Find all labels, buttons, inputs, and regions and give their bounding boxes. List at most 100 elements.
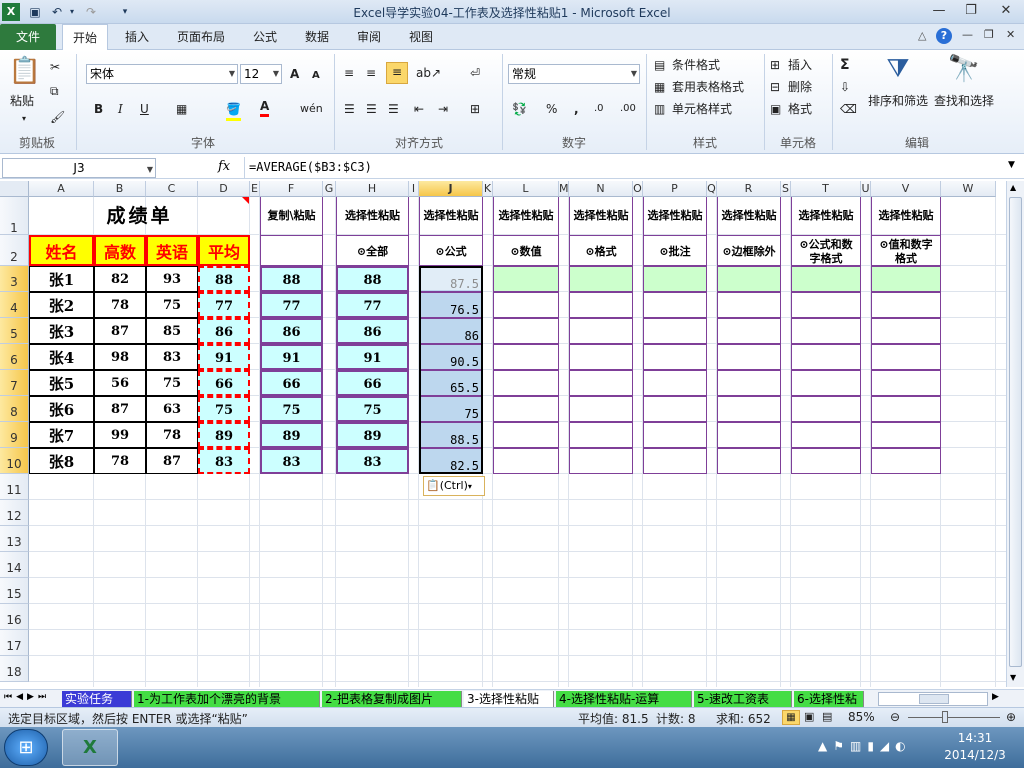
paste-col-option-F[interactable] bbox=[260, 235, 323, 266]
table-cell[interactable]: 张3 bbox=[29, 318, 94, 344]
zoom-slider-track[interactable] bbox=[908, 717, 1000, 718]
zoom-slider-thumb[interactable] bbox=[942, 711, 948, 723]
sheet-title[interactable]: 成绩单 bbox=[29, 197, 250, 235]
sheet-tab[interactable]: 2-把表格复制成图片 bbox=[322, 691, 462, 707]
paste-cell-F[interactable]: 91 bbox=[260, 344, 323, 370]
paste-cell-T[interactable] bbox=[791, 448, 861, 474]
align-top-icon[interactable]: ≡ bbox=[344, 64, 354, 82]
autosum-button[interactable]: Σ bbox=[840, 56, 850, 74]
table-cell[interactable]: 87 bbox=[146, 448, 198, 474]
sheet-nav-icon[interactable]: ⏮◀▶⏭ bbox=[4, 692, 50, 702]
delete-cells-icon[interactable]: ⊟ bbox=[770, 78, 780, 96]
paste-cell-P[interactable] bbox=[643, 370, 707, 396]
align-center-icon[interactable]: ☰ bbox=[366, 100, 377, 118]
align-middle-icon[interactable]: ≡ bbox=[366, 64, 376, 82]
paste-cell-R[interactable] bbox=[717, 344, 781, 370]
tray-icons[interactable]: ▲⚑▥▮◢◐ bbox=[818, 739, 912, 753]
horizontal-scroll-thumb[interactable] bbox=[919, 694, 949, 704]
column-header-Q[interactable]: Q bbox=[707, 181, 717, 197]
insert-cells-button[interactable]: 插入 bbox=[788, 56, 812, 74]
paste-cell-R[interactable] bbox=[717, 448, 781, 474]
borders-icon[interactable]: ▦ bbox=[176, 100, 187, 118]
align-right-icon[interactable]: ☰ bbox=[388, 100, 399, 118]
paste-cell-H[interactable]: 86 bbox=[336, 318, 409, 344]
paste-cell-F[interactable]: 77 bbox=[260, 292, 323, 318]
table-cell[interactable]: 88 bbox=[198, 266, 250, 292]
paste-cell-J[interactable]: 75 bbox=[419, 396, 483, 422]
table-cell[interactable]: 56 bbox=[94, 370, 146, 396]
italic-button[interactable]: I bbox=[118, 100, 123, 118]
paste-col-heading-H[interactable]: 选择性粘贴 bbox=[336, 197, 409, 235]
copy-icon[interactable]: ⧉ bbox=[50, 82, 59, 100]
row-header-3[interactable]: 3 bbox=[0, 266, 29, 292]
table-cell[interactable]: 75 bbox=[198, 396, 250, 422]
paste-cell-H[interactable]: 77 bbox=[336, 292, 409, 318]
paste-col-heading-J[interactable]: 选择性粘贴 bbox=[419, 197, 483, 235]
paste-cell-L[interactable] bbox=[493, 448, 559, 474]
paste-cell-L[interactable] bbox=[493, 292, 559, 318]
paste-cell-V[interactable] bbox=[871, 370, 941, 396]
find-select-icon[interactable]: 🔭 bbox=[946, 54, 982, 84]
table-cell[interactable]: 张6 bbox=[29, 396, 94, 422]
row-header-7[interactable]: 7 bbox=[0, 370, 29, 396]
paste-cell-R[interactable] bbox=[717, 318, 781, 344]
doc-close-icon[interactable]: ✕ bbox=[1006, 28, 1015, 41]
delete-cells-button[interactable]: 删除 bbox=[788, 78, 812, 96]
paste-cell-F[interactable]: 89 bbox=[260, 422, 323, 448]
column-header-W[interactable]: W bbox=[941, 181, 996, 197]
paste-cell-L[interactable] bbox=[493, 370, 559, 396]
row-header-15[interactable]: 15 bbox=[0, 578, 29, 604]
paste-cell-J[interactable]: 76.5 bbox=[419, 292, 483, 318]
paste-cell-F[interactable]: 83 bbox=[260, 448, 323, 474]
paste-cell-T[interactable] bbox=[791, 370, 861, 396]
paste-cell-T[interactable] bbox=[791, 344, 861, 370]
percent-button[interactable]: % bbox=[546, 100, 557, 118]
tab-page-layout[interactable]: 页面布局 bbox=[168, 24, 234, 50]
paste-cell-N[interactable] bbox=[569, 396, 633, 422]
comma-style-button[interactable]: , bbox=[574, 100, 579, 118]
paste-cell-P[interactable] bbox=[643, 396, 707, 422]
tab-home[interactable]: 开始 bbox=[62, 24, 108, 51]
select-all-corner[interactable] bbox=[0, 181, 29, 197]
paste-cell-L[interactable] bbox=[493, 318, 559, 344]
normal-view-icon[interactable]: ▦ bbox=[782, 710, 800, 725]
paste-col-option-P[interactable]: ⊙批注 bbox=[643, 235, 707, 266]
paste-col-option-L[interactable]: ⊙数值 bbox=[493, 235, 559, 266]
column-header-R[interactable]: R bbox=[717, 181, 781, 197]
paste-col-heading-P[interactable]: 选择性粘贴 bbox=[643, 197, 707, 235]
paste-cell-F[interactable]: 88 bbox=[260, 266, 323, 292]
paste-col-heading-R[interactable]: 选择性粘贴 bbox=[717, 197, 781, 235]
table-cell[interactable]: 87 bbox=[94, 318, 146, 344]
paste-cell-F[interactable]: 75 bbox=[260, 396, 323, 422]
table-cell[interactable]: 83 bbox=[146, 344, 198, 370]
paste-cell-R[interactable] bbox=[717, 422, 781, 448]
font-color-button[interactable]: A bbox=[260, 98, 270, 117]
clock-date[interactable]: 2014/12/3 bbox=[930, 748, 1020, 762]
paste-cell-N[interactable] bbox=[569, 422, 633, 448]
paste-cell-V[interactable] bbox=[871, 318, 941, 344]
sheet-tab-active[interactable]: 3-选择性粘贴 bbox=[464, 691, 554, 707]
paste-cell-N[interactable] bbox=[569, 344, 633, 370]
row-header-17[interactable]: 17 bbox=[0, 630, 29, 656]
paste-cell-P[interactable] bbox=[643, 344, 707, 370]
table-cell[interactable]: 63 bbox=[146, 396, 198, 422]
zoom-out-icon[interactable]: ⊖ bbox=[890, 710, 900, 724]
paste-cell-V[interactable] bbox=[871, 344, 941, 370]
conditional-format-button[interactable]: 条件格式 bbox=[672, 56, 720, 74]
table-cell[interactable]: 张8 bbox=[29, 448, 94, 474]
collapse-ribbon-icon[interactable]: △ bbox=[918, 29, 926, 42]
table-cell[interactable]: 85 bbox=[146, 318, 198, 344]
column-header-J[interactable]: J bbox=[419, 181, 483, 197]
paste-icon[interactable]: 📋 bbox=[8, 56, 42, 86]
paste-col-heading-T[interactable]: 选择性粘贴 bbox=[791, 197, 861, 235]
table-header-cell[interactable]: 姓名 bbox=[29, 235, 94, 266]
merge-center-icon[interactable]: ⊞ bbox=[470, 100, 480, 118]
column-header-V[interactable]: V bbox=[871, 181, 941, 197]
column-header-A[interactable]: A bbox=[29, 181, 94, 197]
find-select-button[interactable]: 查找和选择 bbox=[934, 92, 994, 110]
scroll-up-icon[interactable]: ▲ bbox=[1010, 183, 1016, 192]
paste-col-option-J[interactable]: ⊙公式 bbox=[419, 235, 483, 266]
table-header-cell[interactable]: 高数 bbox=[94, 235, 146, 266]
tab-formulas[interactable]: 公式 bbox=[244, 24, 286, 50]
paste-cell-J[interactable]: 87.5 bbox=[419, 266, 483, 292]
